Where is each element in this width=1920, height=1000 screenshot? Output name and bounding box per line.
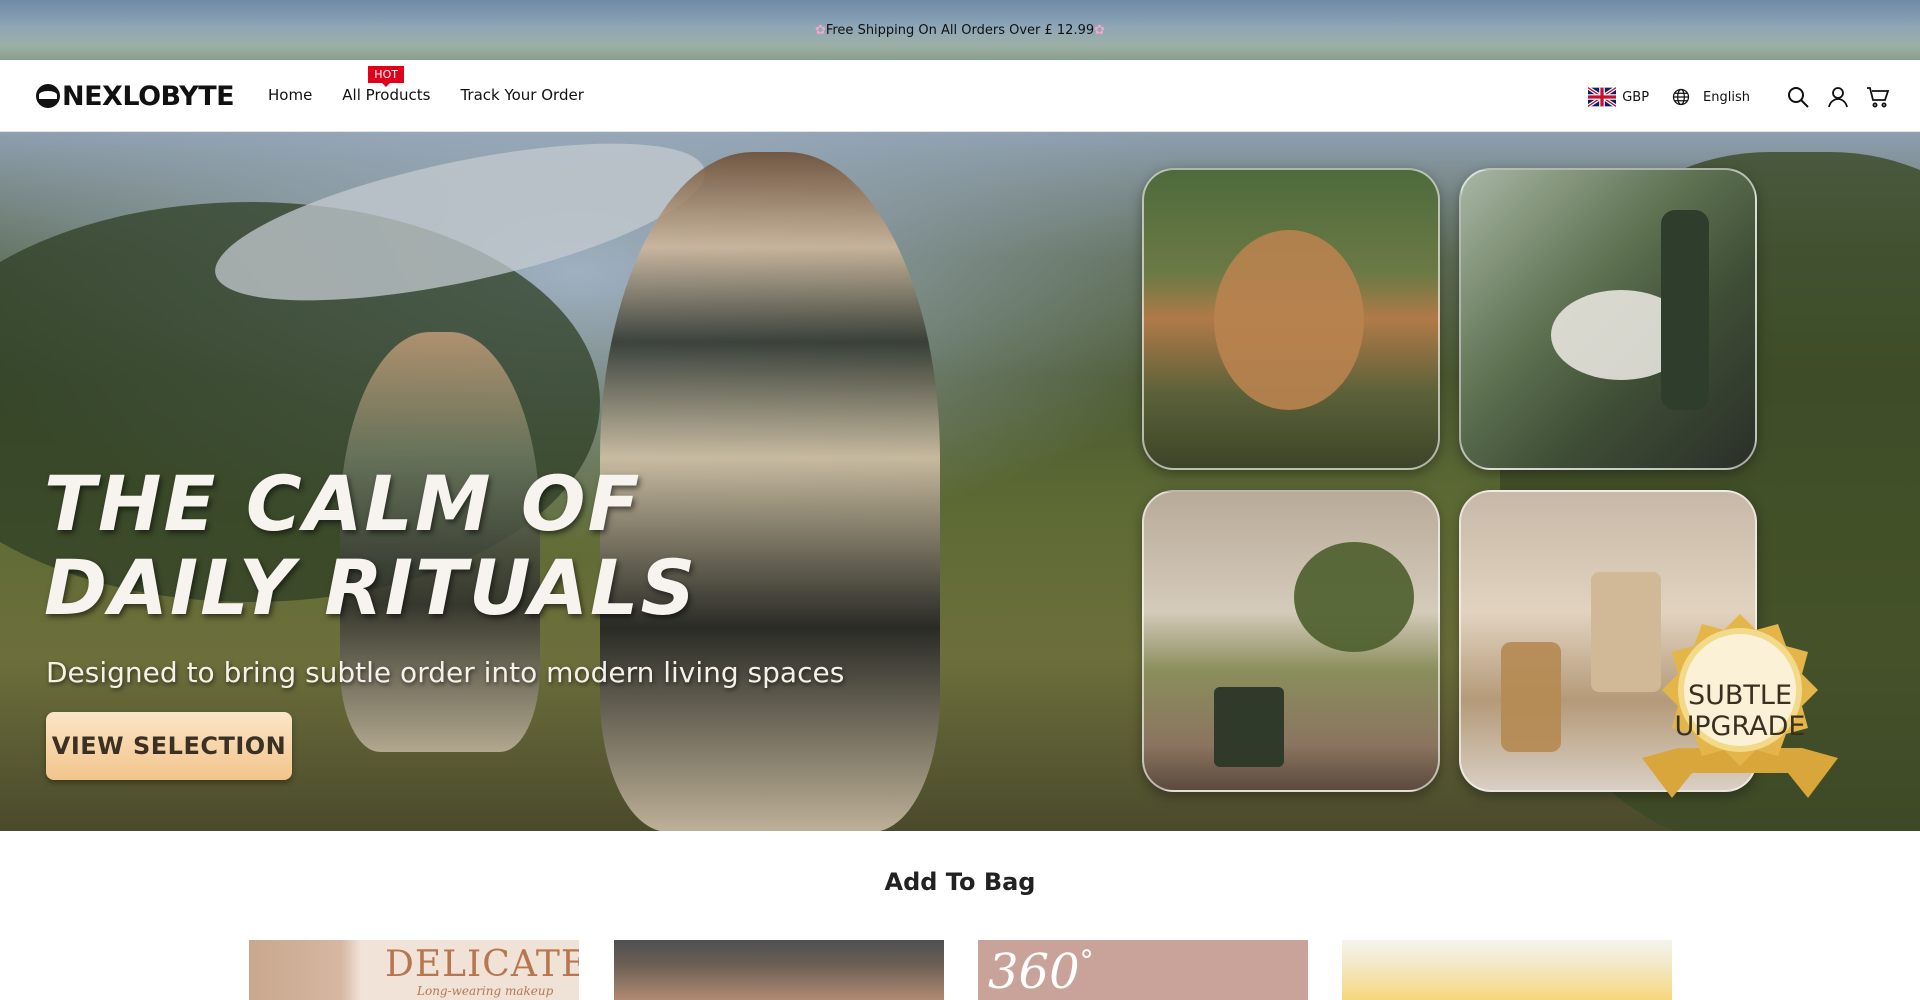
nav-all-products[interactable]: HOT All Products	[342, 66, 431, 104]
product-card-title: DELICATE	[385, 944, 579, 985]
language-label: English	[1703, 89, 1750, 105]
header-actions: GBP English	[1588, 82, 1890, 112]
announcement-text: Free Shipping On All Orders Over £ 12.99	[825, 22, 1095, 38]
flower-icon: ✿	[814, 22, 826, 38]
currency-label: GBP	[1622, 89, 1650, 105]
product-card[interactable]: DELICATE Long-wearing makeup	[249, 940, 579, 1000]
hero-subtitle: Designed to bring subtle order into mode…	[46, 656, 845, 689]
hot-badge: HOT	[368, 66, 404, 87]
nav-home-label: Home	[268, 86, 313, 104]
hero-banner[interactable]: THE CALM OF DAILY RITUALS Designed to br…	[0, 132, 1920, 831]
account-icon[interactable]	[1826, 85, 1850, 109]
uk-flag-icon	[1588, 87, 1617, 107]
globe-icon	[1672, 88, 1690, 106]
section-title: Add To Bag	[884, 868, 1036, 896]
cart-icon[interactable]	[1866, 85, 1890, 109]
language-selector[interactable]: English	[1671, 87, 1750, 107]
hero-title-line2: DAILY RITUALS	[44, 543, 698, 632]
announcement-bar: ✿ Free Shipping On All Orders Over £ 12.…	[0, 0, 1920, 60]
product-card[interactable]	[1342, 940, 1672, 1000]
site-header: NEXLOBYTE Home HOT All Products Track Yo…	[0, 60, 1920, 132]
main-nav: Home HOT All Products Track Your Order	[268, 66, 584, 104]
logo-mark-icon	[36, 84, 60, 108]
product-card-title: 360°	[988, 944, 1094, 1000]
hero-tile-fitness	[1459, 168, 1757, 470]
subtle-upgrade-seal: SUBTLE UPGRADE	[1632, 608, 1848, 808]
product-card[interactable]	[614, 940, 944, 1000]
nav-track-order-label: Track Your Order	[460, 86, 584, 104]
logo[interactable]: NEXLOBYTE	[36, 78, 235, 114]
hero-title: THE CALM OF DAILY RITUALS	[44, 462, 804, 630]
flower-icon: ✿	[1094, 22, 1106, 38]
product-card-subtitle: Long-wearing makeup	[417, 984, 554, 998]
nav-home[interactable]: Home	[268, 86, 312, 104]
view-selection-button[interactable]: VIEW SELECTION	[46, 712, 292, 780]
seal-line2: UPGRADE	[1674, 711, 1806, 742]
hero-tile-home-decor	[1142, 490, 1440, 792]
logo-text: NEXLOBYTE	[62, 80, 235, 112]
currency-selector[interactable]: GBP	[1588, 87, 1649, 107]
nav-all-products-label: All Products	[342, 86, 431, 104]
seal-line1: SUBTLE	[1687, 680, 1793, 711]
nav-track-order[interactable]: Track Your Order	[460, 86, 583, 104]
hero-tile-pet-bed	[1142, 168, 1440, 470]
product-card[interactable]: 360°	[978, 940, 1308, 1000]
search-icon[interactable]	[1786, 85, 1810, 109]
hero-title-line1: THE CALM OF	[44, 459, 642, 548]
